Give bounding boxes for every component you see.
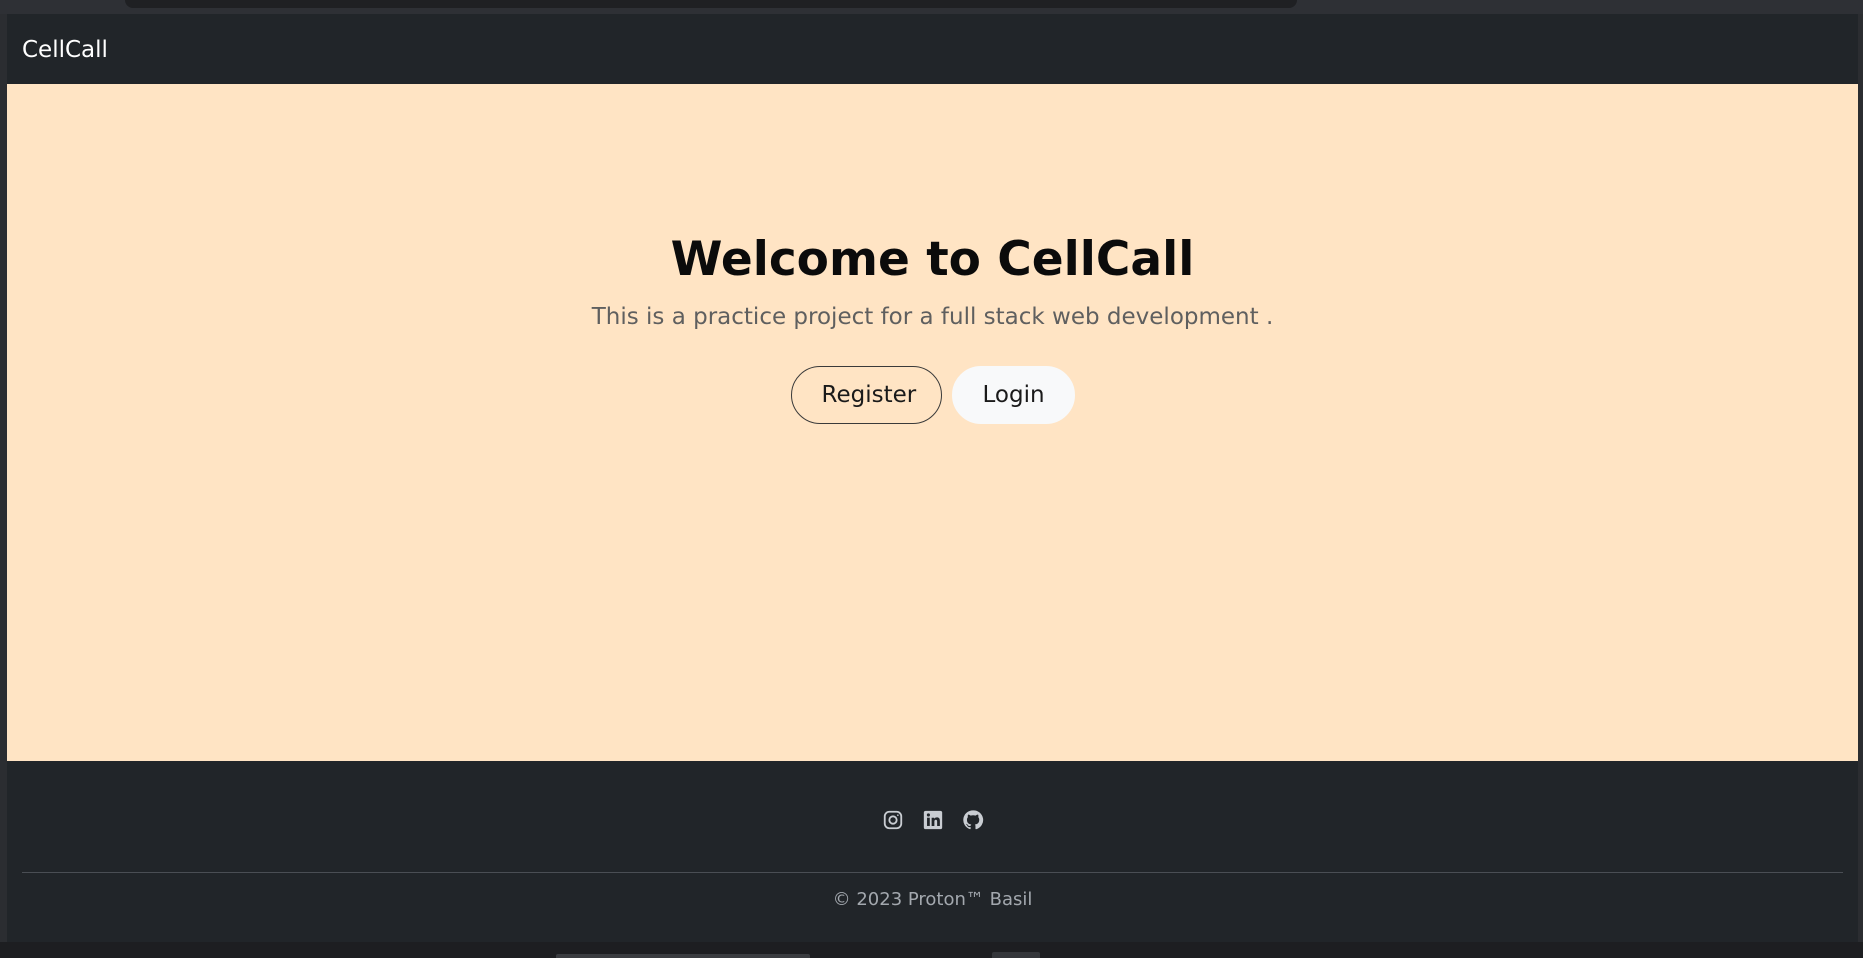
footer-divider xyxy=(22,872,1843,873)
browser-address-strip xyxy=(125,0,1297,8)
navbar: CellCall xyxy=(7,14,1858,84)
browser-top-chrome xyxy=(0,0,1863,14)
taskbar-item[interactable] xyxy=(992,952,1040,958)
app-window: CellCall Welcome to CellCall This is a p… xyxy=(7,14,1858,942)
login-button[interactable]: Login xyxy=(951,366,1075,424)
linkedin-icon[interactable] xyxy=(922,809,944,831)
footer: © 2023 Proton™ Basil xyxy=(7,761,1858,942)
instagram-icon[interactable] xyxy=(882,809,904,831)
taskbar-item[interactable] xyxy=(556,954,810,958)
social-links xyxy=(7,809,1858,831)
register-button[interactable]: Register xyxy=(790,366,942,424)
hero-button-group: Register Login xyxy=(7,366,1858,424)
github-icon[interactable] xyxy=(962,809,984,831)
hero-section: Welcome to CellCall This is a practice p… xyxy=(7,84,1858,761)
hero-subtitle: This is a practice project for a full st… xyxy=(591,304,1274,330)
taskbar xyxy=(0,942,1863,958)
copyright-text: © 2023 Proton™ Basil xyxy=(832,889,1033,910)
navbar-brand-link[interactable]: CellCall xyxy=(22,36,108,64)
hero-title: Welcome to CellCall xyxy=(670,232,1195,287)
